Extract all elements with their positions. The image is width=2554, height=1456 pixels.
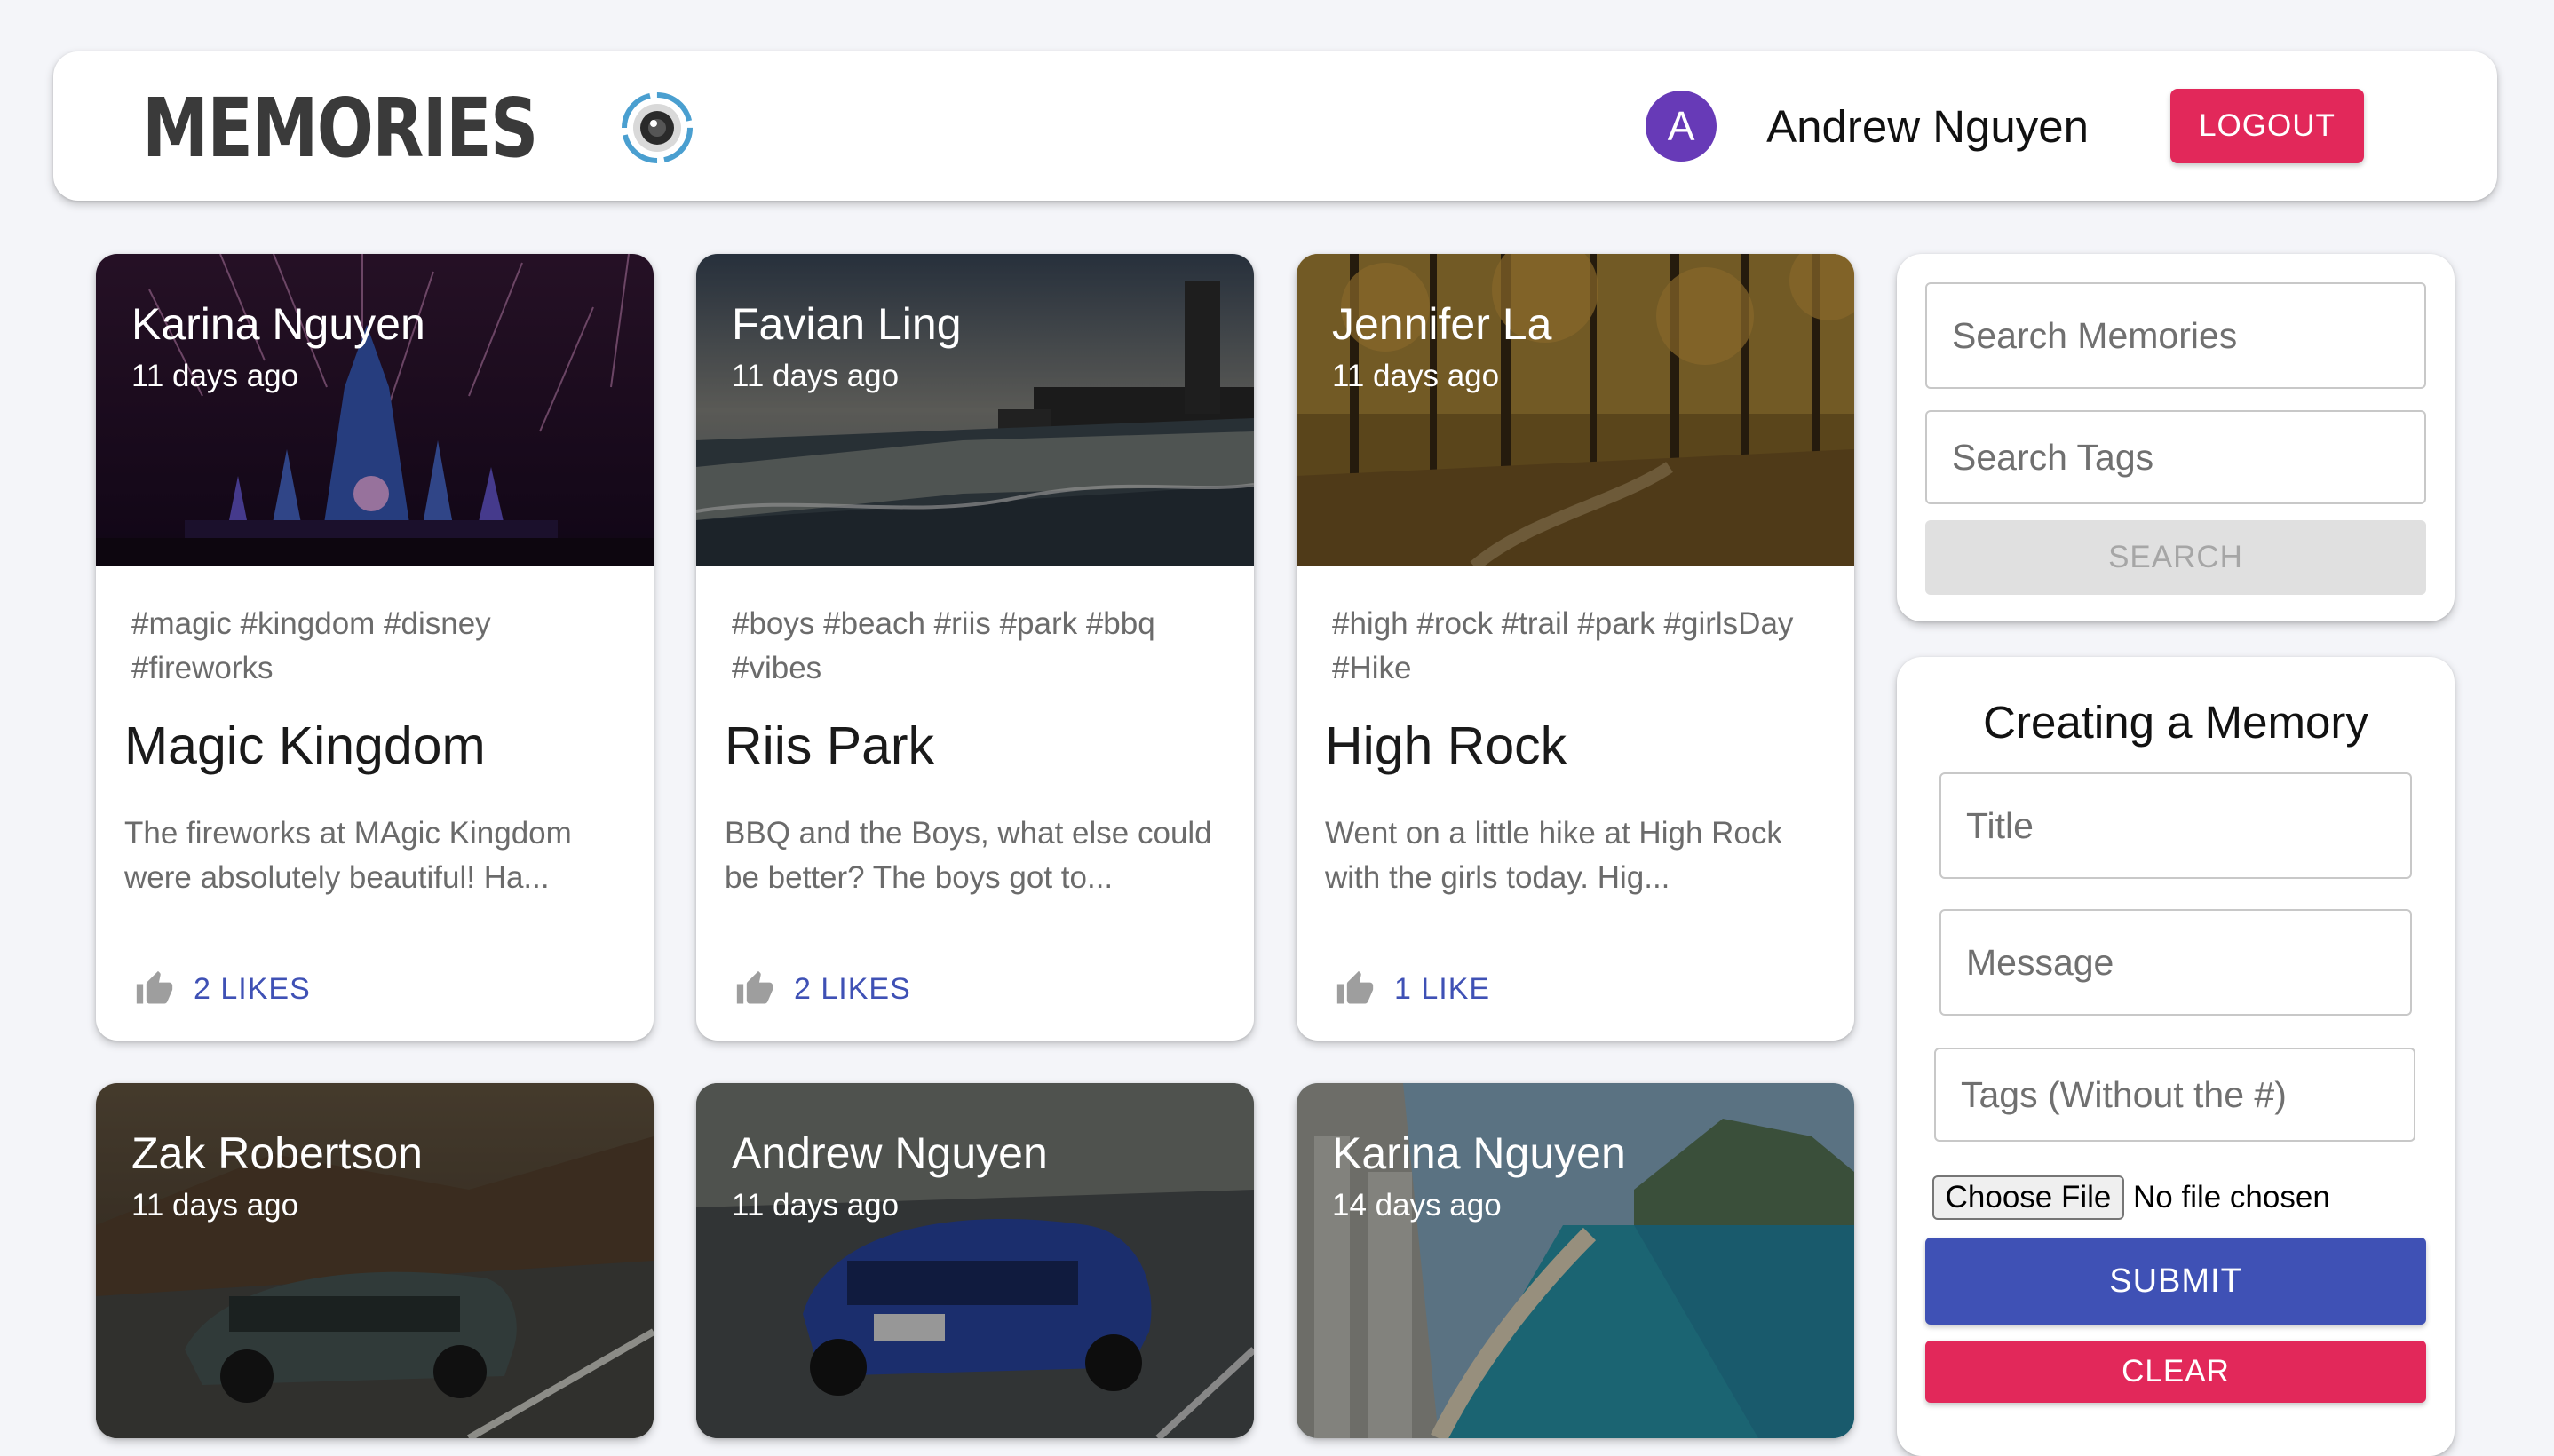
logout-button[interactable]: LOGOUT <box>2170 89 2364 163</box>
thumb-up-icon <box>136 970 173 1004</box>
like-count: 1 LIKE <box>1394 971 1491 1006</box>
post-time: 11 days ago <box>732 359 900 393</box>
search-tags-input[interactable] <box>1952 436 2424 479</box>
search-memories-input[interactable] <box>1952 314 2424 357</box>
title-input[interactable] <box>1966 804 2410 847</box>
post-tags: #boys #beach #riis #park #bbq #vibes <box>732 606 1155 685</box>
like-count: 2 LIKES <box>194 971 311 1006</box>
post-author: Favian Ling <box>732 299 962 349</box>
post-time: 11 days ago <box>732 1188 900 1223</box>
post-author: Jennifer La <box>1332 299 1552 349</box>
search-panel: SEARCH <box>1897 254 2455 621</box>
search-button[interactable]: SEARCH <box>1925 520 2426 595</box>
submit-button[interactable]: SUBMIT <box>1925 1238 2426 1325</box>
post-card[interactable]: Andrew Nguyen 11 days ago <box>696 1083 1254 1438</box>
thumb-up-icon <box>1336 970 1374 1004</box>
like-button[interactable]: 2 LIKES <box>735 969 911 1009</box>
thumb-up-icon <box>736 970 773 1004</box>
file-picker: Choose File No file chosen <box>1932 1175 2330 1220</box>
post-tags: #magic #kingdom #disney #fireworks <box>131 606 491 685</box>
tags-input[interactable] <box>1961 1073 2414 1116</box>
username: Andrew Nguyen <box>1766 100 2089 152</box>
clear-button[interactable]: CLEAR <box>1925 1341 2426 1403</box>
like-button[interactable]: 2 LIKES <box>135 969 311 1009</box>
choose-file-button[interactable]: Choose File <box>1932 1175 2124 1220</box>
post-message: The fireworks at MAgic Kingdom were abso… <box>124 816 572 895</box>
avatar[interactable]: A <box>1646 91 1717 162</box>
post-message: Went on a little hike at High Rock with … <box>1325 816 1782 895</box>
post-card[interactable]: Zak Robertson 11 days ago <box>96 1083 654 1438</box>
post-author: Karina Nguyen <box>131 299 425 349</box>
like-button[interactable]: 1 LIKE <box>1336 969 1490 1009</box>
like-count: 2 LIKES <box>794 971 911 1006</box>
post-title: High Rock <box>1325 716 1567 775</box>
post-card[interactable]: Karina Nguyen 14 days ago <box>1297 1083 1854 1438</box>
user-area: A Andrew Nguyen LOGOUT <box>1646 89 2364 163</box>
search-tags-field[interactable] <box>1925 410 2426 504</box>
form-heading: Creating a Memory <box>1983 697 2368 748</box>
post-time: 11 days ago <box>131 1188 299 1223</box>
post-time: 11 days ago <box>1332 359 1500 393</box>
camera-lens-icon <box>622 92 693 163</box>
post-time: 11 days ago <box>131 359 299 393</box>
file-status: No file chosen <box>2133 1180 2330 1215</box>
search-memories-field[interactable] <box>1925 282 2426 389</box>
post-author: Andrew Nguyen <box>732 1128 1048 1178</box>
post-title: Magic Kingdom <box>124 716 486 775</box>
message-input[interactable] <box>1966 941 2410 984</box>
tags-field[interactable] <box>1934 1048 2415 1142</box>
post-card[interactable]: Favian Ling 11 days ago #boys #beach #ri… <box>696 254 1254 1041</box>
brand-title: MEMORIES <box>142 80 538 176</box>
message-field[interactable] <box>1939 909 2412 1016</box>
post-card[interactable]: Karina Nguyen 11 days ago #magic #kingdo… <box>96 254 654 1041</box>
brand[interactable]: MEMORIES <box>142 81 693 176</box>
post-tags: #high #rock #trail #park #girlsDay #Hike <box>1332 606 1794 685</box>
post-time: 14 days ago <box>1332 1188 1502 1223</box>
post-title: Riis Park <box>725 716 935 775</box>
create-memory-panel: Creating a Memory Choose File No file ch… <box>1897 657 2455 1456</box>
title-field[interactable] <box>1939 772 2412 879</box>
post-author: Zak Robertson <box>131 1128 423 1178</box>
post-author: Karina Nguyen <box>1332 1128 1626 1178</box>
post-card[interactable]: Jennifer La 11 days ago #high #rock #tra… <box>1297 254 1854 1041</box>
post-message: BBQ and the Boys, what else could be bet… <box>725 816 1212 895</box>
app-bar: MEMORIES A Andrew Nguyen LOGOUT <box>53 51 2497 201</box>
